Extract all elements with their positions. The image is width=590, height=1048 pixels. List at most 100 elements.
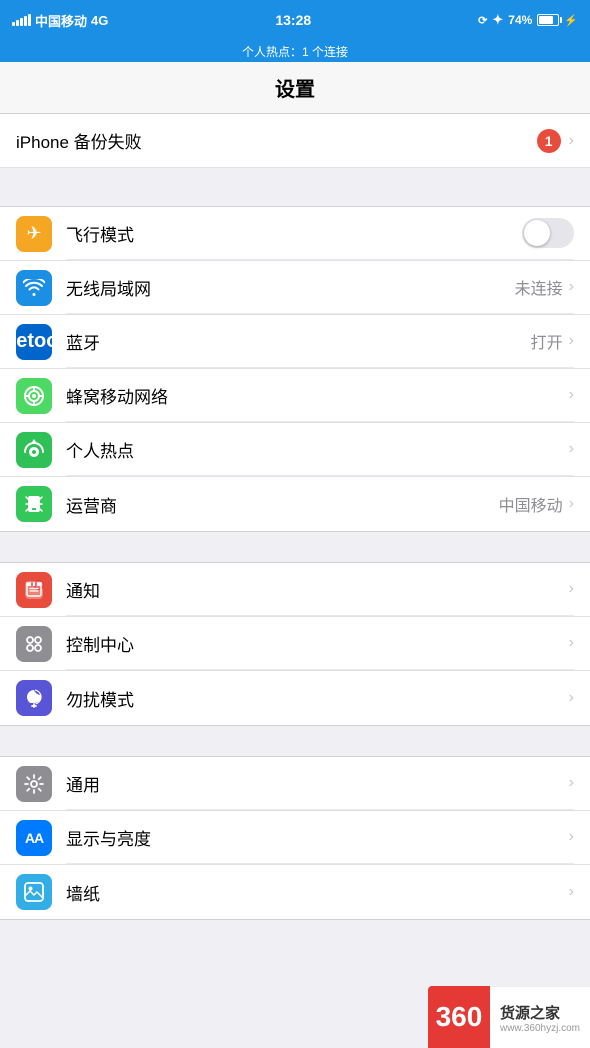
display-icon: AA bbox=[16, 820, 52, 856]
general-content: 通用 › bbox=[66, 757, 574, 810]
display-label: 显示与亮度 bbox=[66, 825, 151, 850]
bluetooth-row[interactable]: Bluetooth; 蓝牙 打开 › bbox=[0, 315, 590, 369]
hotspot-bar: 个人热点：1 个连接 bbox=[0, 40, 590, 62]
general-row[interactable]: 通用 › bbox=[0, 757, 590, 811]
wifi-icon bbox=[16, 270, 52, 306]
carrier-right: 中国移动 › bbox=[499, 492, 574, 516]
carrier-row[interactable]: 运营商 中国移动 › bbox=[0, 477, 590, 531]
charging-icon: ⚡ bbox=[564, 14, 578, 27]
control-center-icon bbox=[16, 626, 52, 662]
bluetooth-content: 蓝牙 打开 › bbox=[66, 315, 574, 368]
airplane-content: 飞行模式 bbox=[66, 207, 574, 260]
hotspot-right: › bbox=[569, 440, 574, 458]
airplane-toggle[interactable] bbox=[522, 218, 574, 248]
hotspot-label: 个人热点：1 个连接 bbox=[242, 43, 348, 60]
hotspot-content: 个人热点 › bbox=[66, 423, 574, 476]
status-bar: 中国移动 4G 13:28 ⟳ ✦ 74% ⚡ bbox=[0, 0, 590, 40]
notification-chevron: › bbox=[569, 132, 574, 150]
signal-icon bbox=[12, 14, 31, 26]
airplane-icon: ✈ bbox=[16, 216, 52, 252]
wallpaper-right: › bbox=[569, 883, 574, 901]
notifications-right: › bbox=[569, 580, 574, 598]
bluetooth-right: 打开 › bbox=[531, 329, 574, 353]
section-divider-2 bbox=[0, 532, 590, 562]
airplane-right bbox=[522, 218, 574, 248]
control-center-chevron: › bbox=[569, 634, 574, 652]
notifications-label: 通知 bbox=[66, 577, 100, 602]
hotspot-chevron: › bbox=[569, 440, 574, 458]
wifi-right: 未连接 › bbox=[515, 275, 574, 299]
airplane-mode-row[interactable]: ✈ 飞行模式 bbox=[0, 207, 590, 261]
notification-label: iPhone 备份失败 bbox=[16, 128, 537, 153]
cellular-label: 蜂窝移动网络 bbox=[66, 383, 168, 408]
control-center-content: 控制中心 › bbox=[66, 617, 574, 670]
carrier-content: 运营商 中国移动 › bbox=[66, 477, 574, 531]
display-right: › bbox=[569, 828, 574, 846]
control-center-label: 控制中心 bbox=[66, 631, 134, 656]
notification-badge: 1 bbox=[537, 129, 561, 153]
notifications-content: 通知 › bbox=[66, 563, 574, 616]
dnd-right: › bbox=[569, 689, 574, 707]
notifications-row[interactable]: 通知 › bbox=[0, 563, 590, 617]
wallpaper-row[interactable]: 墙纸 › bbox=[0, 865, 590, 919]
control-center-right: › bbox=[569, 634, 574, 652]
display-chevron: › bbox=[569, 828, 574, 846]
wifi-label: 无线局域网 bbox=[66, 275, 151, 300]
cellular-right: › bbox=[569, 386, 574, 404]
wallpaper-content: 墙纸 › bbox=[66, 865, 574, 919]
airplane-label: 飞行模式 bbox=[66, 221, 134, 246]
bluetooth-chevron: › bbox=[569, 332, 574, 350]
toggle-thumb bbox=[524, 220, 550, 246]
wifi-row[interactable]: 无线局域网 未连接 › bbox=[0, 261, 590, 315]
wallpaper-chevron: › bbox=[569, 883, 574, 901]
notifications-icon bbox=[16, 572, 52, 608]
status-right: ⟳ ✦ 74% ⚡ bbox=[478, 12, 578, 28]
general-icon bbox=[16, 766, 52, 802]
hotspot-row-icon bbox=[16, 432, 52, 468]
carrier-icon bbox=[16, 486, 52, 522]
dnd-content: 勿扰模式 › bbox=[66, 671, 574, 725]
bluetooth-status-icon: ✦ bbox=[492, 12, 503, 28]
control-center-row[interactable]: 控制中心 › bbox=[0, 617, 590, 671]
battery-icon bbox=[537, 14, 559, 26]
display-row[interactable]: AA 显示与亮度 › bbox=[0, 811, 590, 865]
general-right: › bbox=[569, 774, 574, 792]
wifi-chevron: › bbox=[569, 278, 574, 296]
cellular-content: 蜂窝移动网络 › bbox=[66, 369, 574, 422]
wifi-value: 未连接 bbox=[515, 275, 563, 299]
notifications-chevron: › bbox=[569, 580, 574, 598]
dnd-icon bbox=[16, 680, 52, 716]
section-divider-1 bbox=[0, 176, 590, 206]
wallpaper-icon bbox=[16, 874, 52, 910]
watermark-360: 360 bbox=[428, 986, 490, 1048]
general-label: 通用 bbox=[66, 771, 100, 796]
page-title-bar: 设置 bbox=[0, 62, 590, 114]
dnd-row[interactable]: 勿扰模式 › bbox=[0, 671, 590, 725]
cellular-row[interactable]: 蜂窝移动网络 › bbox=[0, 369, 590, 423]
connectivity-section: ✈ 飞行模式 无线局域网 未连接 › bbox=[0, 206, 590, 532]
hotspot-row-label: 个人热点 bbox=[66, 437, 134, 462]
wifi-content: 无线局域网 未连接 › bbox=[66, 261, 574, 314]
notification-row[interactable]: iPhone 备份失败 1 › bbox=[0, 114, 590, 168]
rotation-icon: ⟳ bbox=[478, 14, 487, 27]
cellular-chevron: › bbox=[569, 386, 574, 404]
notifications-section: 通知 › 控制中心 › bbox=[0, 562, 590, 726]
carrier-label: 运营商 bbox=[66, 492, 117, 517]
page-title: 设置 bbox=[275, 73, 315, 102]
dnd-label: 勿扰模式 bbox=[66, 686, 134, 711]
bluetooth-icon: Bluetooth; bbox=[16, 324, 52, 360]
carrier-label: 中国移动 bbox=[35, 11, 87, 30]
carrier-chevron: › bbox=[569, 495, 574, 513]
watermark-label: 货源之家 bbox=[500, 1002, 580, 1023]
wallpaper-label: 墙纸 bbox=[66, 880, 100, 905]
general-chevron: › bbox=[569, 774, 574, 792]
watermark: 360 货源之家 www.360hyzj.com bbox=[428, 986, 590, 1048]
status-left: 中国移动 4G bbox=[12, 11, 108, 30]
network-type: 4G bbox=[91, 13, 108, 28]
cellular-icon bbox=[16, 378, 52, 414]
dnd-chevron: › bbox=[569, 689, 574, 707]
general-section: 通用 › AA 显示与亮度 › 墙纸 › bbox=[0, 756, 590, 920]
section-divider-3 bbox=[0, 726, 590, 756]
display-content: 显示与亮度 › bbox=[66, 811, 574, 864]
hotspot-row[interactable]: 个人热点 › bbox=[0, 423, 590, 477]
